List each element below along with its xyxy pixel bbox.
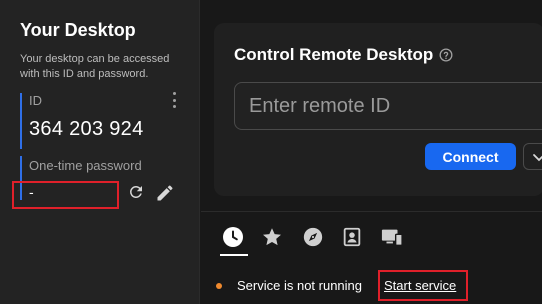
connect-options-dropdown[interactable]: [523, 143, 542, 170]
password-label: One-time password: [29, 158, 142, 173]
your-desktop-description: Your desktop can be accessed with this I…: [20, 53, 170, 80]
remote-id-input[interactable]: [234, 82, 542, 130]
id-value: 364 203 924: [29, 118, 144, 140]
chevron-down-icon: [533, 154, 542, 162]
control-panel: Control Remote Desktop Connect: [201, 0, 542, 304]
tab-accessible-devices-icon[interactable]: [378, 223, 406, 251]
refresh-password-icon[interactable]: [127, 183, 145, 206]
service-status-dot: [216, 283, 222, 289]
app-window: Your Desktop Your desktop can be accesse…: [0, 0, 542, 304]
control-remote-title: Control Remote Desktop: [234, 45, 453, 65]
section-divider: [201, 211, 542, 212]
your-desktop-title: Your Desktop: [20, 20, 136, 40]
tab-discovered-compass-icon[interactable]: [299, 223, 327, 251]
service-status-text: Service is not running: [237, 278, 363, 293]
help-icon[interactable]: [439, 48, 453, 62]
password-highlight-box: [12, 181, 119, 209]
id-label: ID: [29, 93, 42, 108]
your-desktop-panel: Your Desktop Your desktop can be accesse…: [0, 0, 200, 304]
tab-address-book-contact-icon[interactable]: [338, 223, 366, 251]
tab-recent-clock-icon[interactable]: [219, 223, 247, 251]
id-menu-kebab-icon[interactable]: [170, 92, 178, 108]
tab-favorites-star-icon[interactable]: [258, 223, 286, 251]
connect-button[interactable]: Connect: [425, 143, 516, 170]
edit-password-icon[interactable]: [155, 183, 175, 208]
control-remote-card: Control Remote Desktop Connect: [214, 23, 542, 196]
start-service-highlight-box: [378, 270, 468, 301]
control-remote-title-text: Control Remote Desktop: [234, 45, 434, 64]
id-field-accent: [20, 93, 22, 149]
active-tab-indicator: [220, 254, 248, 256]
